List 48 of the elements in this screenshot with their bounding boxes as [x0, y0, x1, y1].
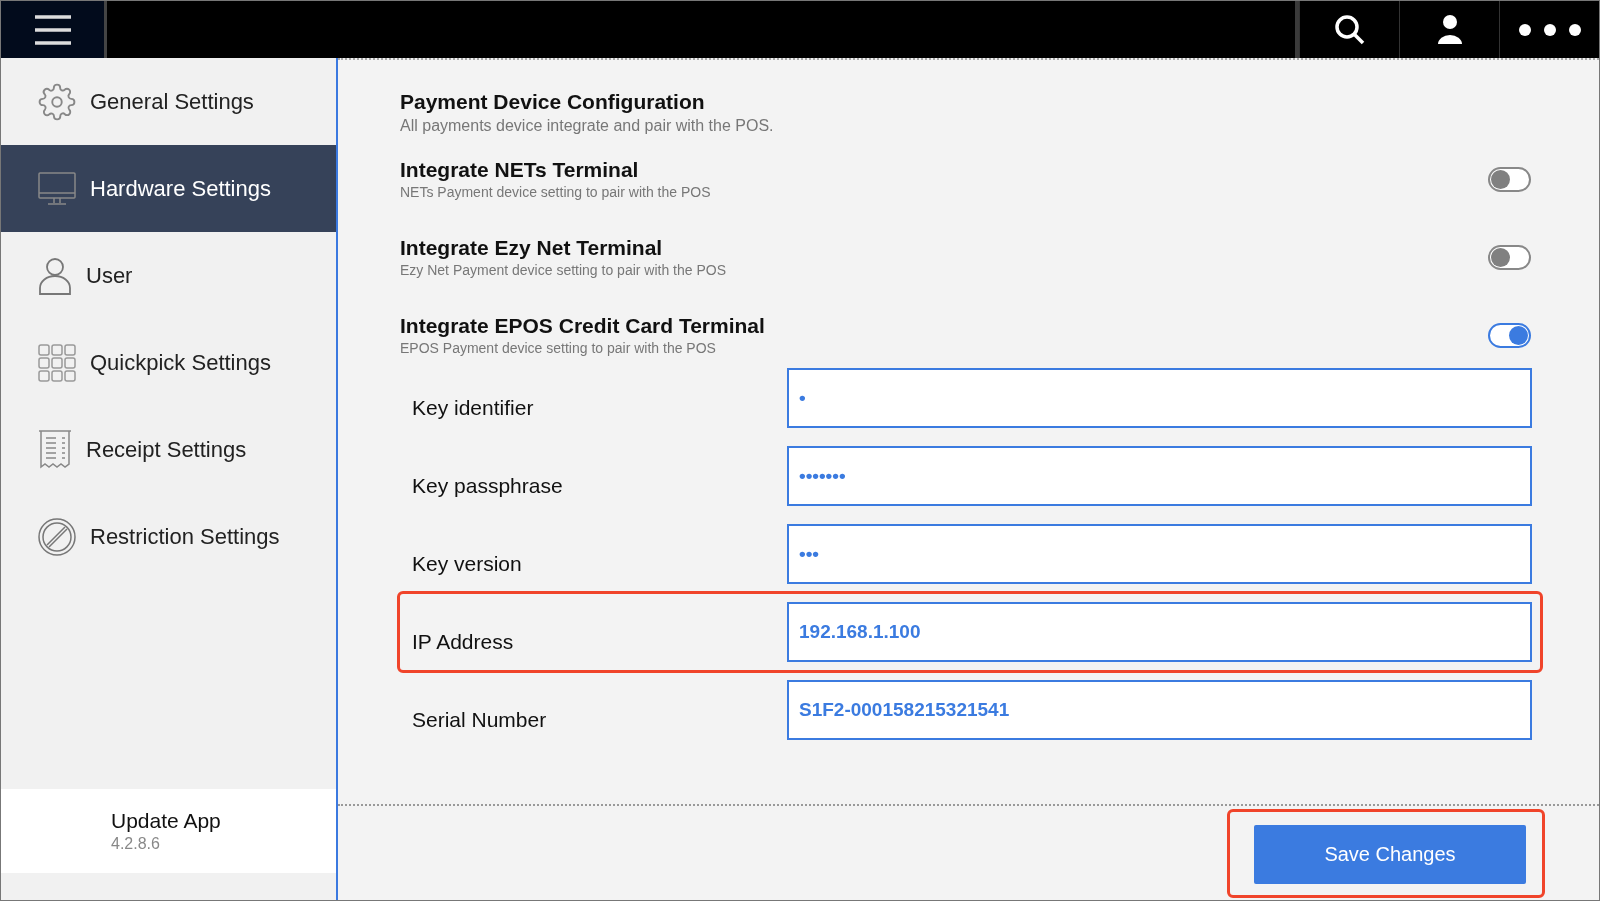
field-label: Key identifier — [412, 396, 535, 420]
sidebar-item[interactable]: General Settings — [1, 58, 336, 145]
user-icon — [1437, 13, 1462, 46]
section-subtitle: All payments device integrate and pair with the POS. — [400, 117, 775, 135]
input-field[interactable]: 192.168.1.100 — [787, 602, 1532, 662]
sidebar-item[interactable]: Receipt Settings — [1, 406, 336, 493]
app-version: 4.2.8.6 — [111, 835, 161, 853]
sidebar-item[interactable]: Restriction Settings — [1, 493, 336, 580]
monitor-icon — [38, 171, 76, 206]
setting-description: EPOS Payment device setting to pair with the POS — [400, 340, 717, 356]
setting-description: NETs Payment device setting to pair with the POS — [400, 184, 711, 200]
update-app-title: Update App — [111, 809, 222, 833]
toggle-switch[interactable] — [1488, 322, 1531, 348]
more-icon — [1517, 22, 1582, 37]
field-label: Key passphrase — [412, 474, 564, 498]
toggle-switch[interactable] — [1488, 244, 1531, 270]
section-title: Payment Device Configuration — [400, 90, 706, 114]
search-icon — [1333, 13, 1366, 46]
input-field[interactable]: • — [787, 368, 1532, 428]
grid-icon — [38, 343, 76, 382]
setting-description: Ezy Net Payment device setting to pair with the POS — [400, 262, 727, 278]
sidebar-item-label: User — [86, 262, 133, 289]
sidebar-item[interactable]: User — [1, 232, 336, 319]
save-changes-button[interactable]: Save Changes — [1254, 824, 1526, 884]
user-icon — [38, 256, 72, 295]
menu-icon — [32, 13, 73, 46]
update-app-panel[interactable]: Update App 4.2.8.6 — [1, 789, 336, 873]
setting-title: Integrate NETs Terminal — [400, 158, 640, 182]
sidebar-item-label: Quickpick Settings — [90, 349, 271, 376]
input-field[interactable]: ••• — [787, 524, 1532, 584]
sidebar-item-label: Receipt Settings — [86, 436, 247, 463]
sidebar-item-label: Restriction Settings — [90, 523, 280, 550]
sidebar-item[interactable]: Hardware Settings — [1, 145, 336, 232]
prohibited-icon — [38, 517, 76, 556]
setting-title: Integrate EPOS Credit Card Terminal — [400, 314, 765, 338]
setting-title: Integrate Ezy Net Terminal — [400, 236, 664, 260]
receipt-icon — [38, 429, 72, 470]
toggle-switch[interactable] — [1488, 166, 1531, 192]
input-field[interactable]: ••••••• — [787, 446, 1532, 506]
field-label: IP Address — [412, 630, 515, 654]
input-field[interactable]: S1F2-000158215321541 — [787, 680, 1532, 740]
field-label: Serial Number — [412, 708, 548, 732]
gear-icon — [38, 82, 76, 121]
sidebar-item-label: Hardware Settings — [90, 175, 271, 202]
sidebar-item[interactable]: Quickpick Settings — [1, 319, 336, 406]
sidebar-item-label: General Settings — [90, 88, 254, 115]
field-label: Key version — [412, 552, 523, 576]
menu-button[interactable] — [1, 1, 107, 58]
